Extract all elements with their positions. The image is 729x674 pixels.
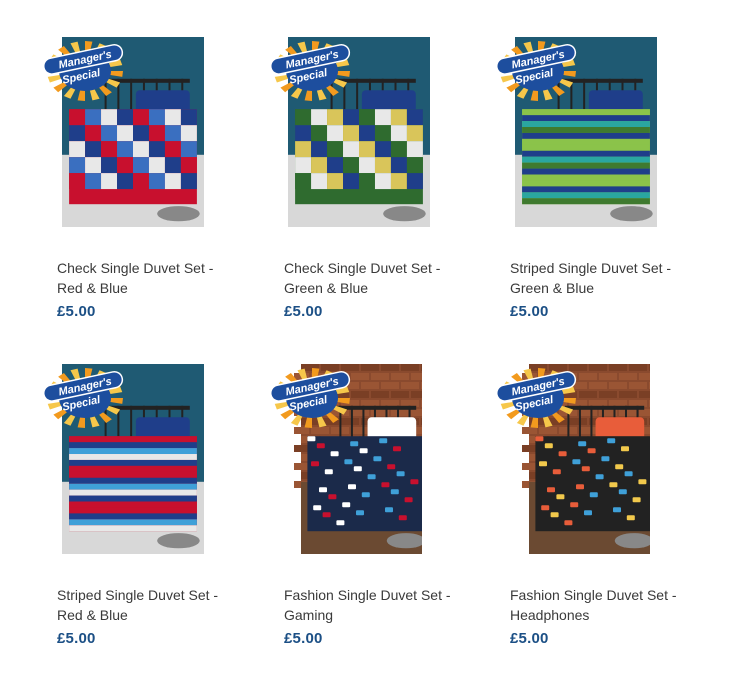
product-title-line1: Fashion Single Duvet Set -: [510, 587, 677, 603]
product-title-line2: Gaming: [284, 607, 334, 623]
product-price: £5.00: [57, 630, 96, 647]
managers-special-badge: Manager's Special: [264, 35, 360, 105]
product-title-line1: Check Single Duvet Set -: [284, 260, 441, 276]
product-title[interactable]: Check Single Duvet Set - Red & Blue: [57, 258, 267, 298]
product-title[interactable]: Fashion Single Duvet Set - Gaming: [284, 585, 494, 625]
product-title-line2: Red & Blue: [57, 607, 128, 623]
managers-special-icon: Manager'sSpecial: [495, 41, 577, 101]
managers-special-badge: Manager's Special: [264, 362, 360, 432]
product-price: £5.00: [284, 303, 323, 320]
product-title-line1: Striped Single Duvet Set -: [57, 587, 219, 603]
managers-special-icon: Manager'sSpecial: [42, 368, 124, 428]
managers-special-badge: Manager's Special: [490, 362, 586, 432]
managers-special-badge: Manager's Special: [37, 362, 133, 432]
product-price: £5.00: [510, 630, 549, 647]
managers-special-icon: Manager'sSpecial: [495, 368, 577, 428]
managers-special-badge: Manager's Special: [37, 35, 133, 105]
product-title-line1: Check Single Duvet Set -: [57, 260, 214, 276]
product-price: £5.00: [284, 630, 323, 647]
managers-special-icon: Manager'sSpecial: [269, 41, 351, 101]
product-title[interactable]: Check Single Duvet Set - Green & Blue: [284, 258, 494, 298]
product-title-line2: Red & Blue: [57, 280, 128, 296]
product-title[interactable]: Striped Single Duvet Set - Red & Blue: [57, 585, 267, 625]
product-title-line2: Green & Blue: [510, 280, 595, 296]
product-price: £5.00: [510, 303, 549, 320]
product-title-line1: Fashion Single Duvet Set -: [284, 587, 451, 603]
managers-special-badge: Manager's Special: [490, 35, 586, 105]
managers-special-icon: Manager'sSpecial: [42, 41, 124, 101]
product-title-line2: Green & Blue: [284, 280, 369, 296]
product-title[interactable]: Fashion Single Duvet Set - Headphones: [510, 585, 720, 625]
product-title-line1: Striped Single Duvet Set -: [510, 260, 672, 276]
product-price: £5.00: [57, 303, 96, 320]
product-title[interactable]: Striped Single Duvet Set - Green & Blue: [510, 258, 720, 298]
product-title-line2: Headphones: [510, 607, 590, 623]
managers-special-icon: Manager'sSpecial: [269, 368, 351, 428]
